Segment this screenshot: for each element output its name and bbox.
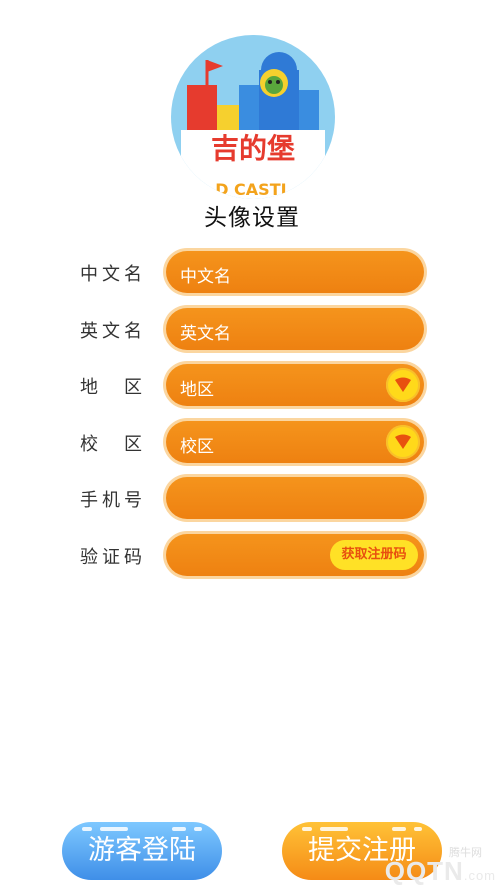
watermark: 腾牛网 QQTN.com <box>346 844 496 888</box>
watermark-suffix: .com <box>463 868 496 883</box>
watermark-logo: QQTN.com <box>385 856 496 887</box>
region-dropdown-button[interactable] <box>386 368 420 402</box>
verify-code-row: 验证码 获取注册码 <box>0 531 504 579</box>
english-name-placeholder: 英文名 <box>180 324 231 344</box>
campus-value: 校区 <box>180 437 214 457</box>
chinese-name-label: 中文名 <box>80 264 142 285</box>
guest-login-label: 游客登陆 <box>88 835 196 866</box>
phone-row: 手机号 <box>0 474 504 522</box>
campus-dropdown-button[interactable] <box>386 425 420 459</box>
phone-input[interactable] <box>163 474 427 522</box>
region-label: 地区 <box>80 377 142 398</box>
logo-text: 吉的堡 <box>211 132 295 165</box>
campus-label: 校区 <box>80 434 142 455</box>
guest-login-button[interactable]: 游客登陆 <box>62 822 222 880</box>
chevron-down-icon <box>395 434 411 449</box>
chinese-name-row: 中文名 中文名 <box>0 248 504 296</box>
castle-logo-image: 吉的堡 D CASTL <box>181 52 325 199</box>
chinese-name-field[interactable]: 中文名 <box>163 248 427 296</box>
english-name-label: 英文名 <box>80 321 142 342</box>
chinese-name-placeholder: 中文名 <box>180 267 231 287</box>
verify-code-label: 验证码 <box>80 547 142 568</box>
watermark-big-text: QQTN <box>384 856 464 886</box>
region-row: 地区 地区 <box>0 361 504 409</box>
avatar[interactable]: 吉的堡 D CASTL <box>171 35 335 199</box>
chevron-down-icon <box>395 377 411 392</box>
region-value: 地区 <box>180 380 214 400</box>
phone-label: 手机号 <box>80 490 142 511</box>
region-select[interactable]: 地区 <box>163 361 427 409</box>
campus-row: 校区 校区 <box>0 418 504 466</box>
avatar-caption[interactable]: 头像设置 <box>0 198 504 232</box>
english-name-field[interactable]: 英文名 <box>163 305 427 353</box>
campus-select[interactable]: 校区 <box>163 418 427 466</box>
verify-code-input[interactable]: 获取注册码 <box>163 531 427 579</box>
get-code-button[interactable]: 获取注册码 <box>330 540 418 570</box>
logo-subtext: D CASTL <box>215 180 291 199</box>
english-name-row: 英文名 英文名 <box>0 305 504 353</box>
